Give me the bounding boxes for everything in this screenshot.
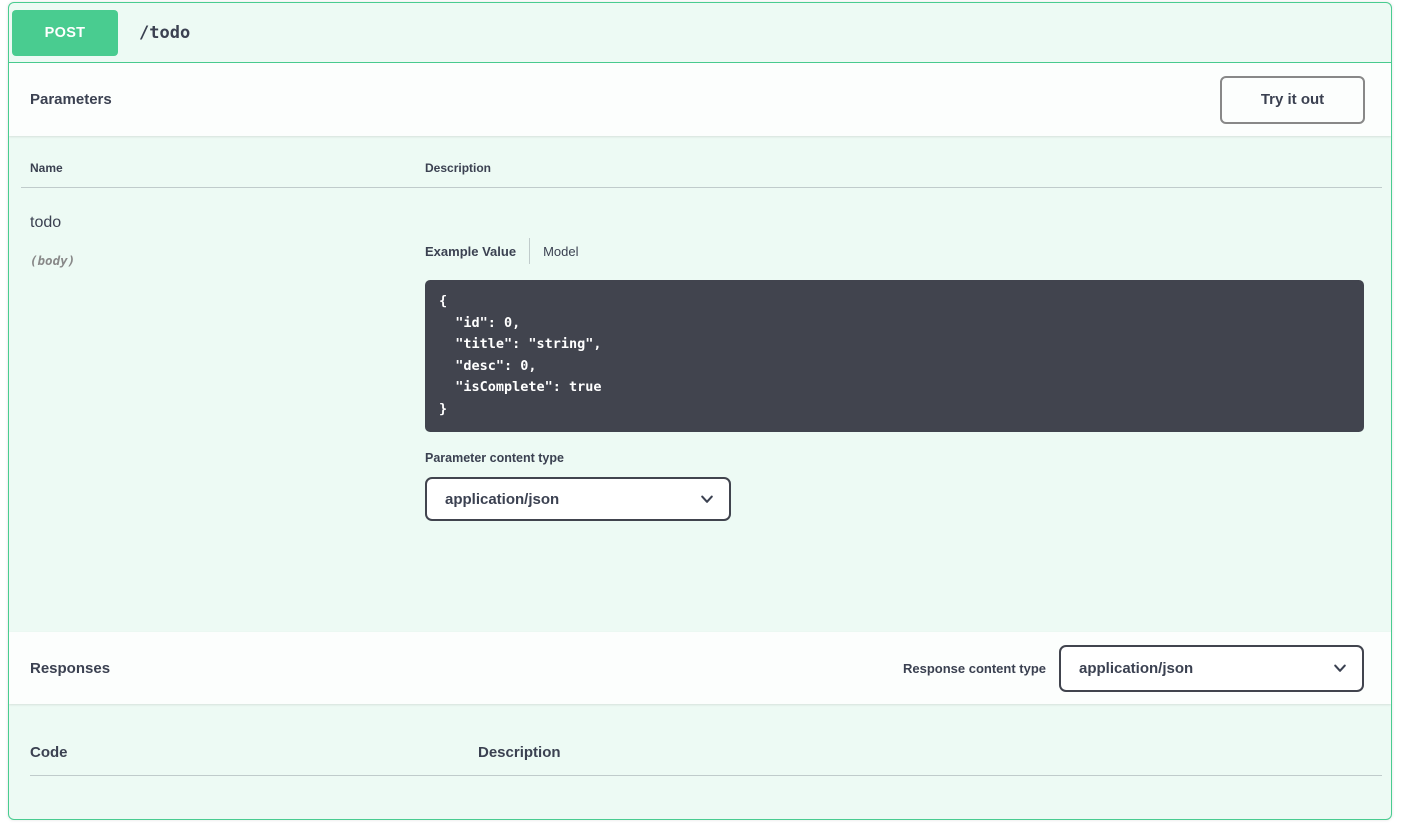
response-content-type-label: Response content type xyxy=(903,661,1046,676)
parameter-row-todo: todo (body) Example Value Model { "id": … xyxy=(21,188,1382,521)
operation-summary[interactable]: POST /todo xyxy=(9,3,1391,63)
response-content-type-select[interactable]: application/json xyxy=(1059,645,1364,692)
parameter-content-type-label: Parameter content type xyxy=(425,451,1382,465)
example-json: { "id": 0, "title": "string", "desc": 0,… xyxy=(439,291,1350,420)
name-column-header: Name xyxy=(30,161,425,175)
parameters-title: Parameters xyxy=(30,91,112,108)
try-it-out-button[interactable]: Try it out xyxy=(1220,76,1365,124)
responses-section-header: Responses Response content type applicat… xyxy=(9,632,1391,704)
response-description-column-header: Description xyxy=(478,744,1382,761)
example-value-code-block[interactable]: { "id": 0, "title": "string", "desc": 0,… xyxy=(425,280,1364,432)
tab-model[interactable]: Model xyxy=(543,244,578,259)
operation-block-post-todo: POST /todo Parameters Try it out Name De… xyxy=(8,2,1392,820)
parameter-content-type-select[interactable]: application/json xyxy=(425,477,731,521)
parameters-section-header: Parameters Try it out xyxy=(9,63,1391,136)
code-column-header: Code xyxy=(30,744,478,761)
responses-header-divider xyxy=(30,775,1382,776)
parameter-location: (body) xyxy=(30,253,425,268)
example-model-tabs: Example Value Model xyxy=(425,238,1382,264)
parameters-table-header: Name Description xyxy=(21,161,1382,187)
http-method-badge[interactable]: POST xyxy=(12,10,118,56)
tab-separator xyxy=(529,238,530,264)
responses-body: Code Description xyxy=(9,704,1391,819)
endpoint-path: /todo xyxy=(139,23,190,43)
description-column-header: Description xyxy=(425,161,1382,175)
responses-table-header: Code Description xyxy=(21,744,1382,775)
parameters-body: Name Description todo (body) Example Val… xyxy=(9,136,1391,632)
responses-title: Responses xyxy=(30,660,110,677)
parameter-name: todo xyxy=(30,214,425,232)
tab-example-value[interactable]: Example Value xyxy=(425,244,516,259)
